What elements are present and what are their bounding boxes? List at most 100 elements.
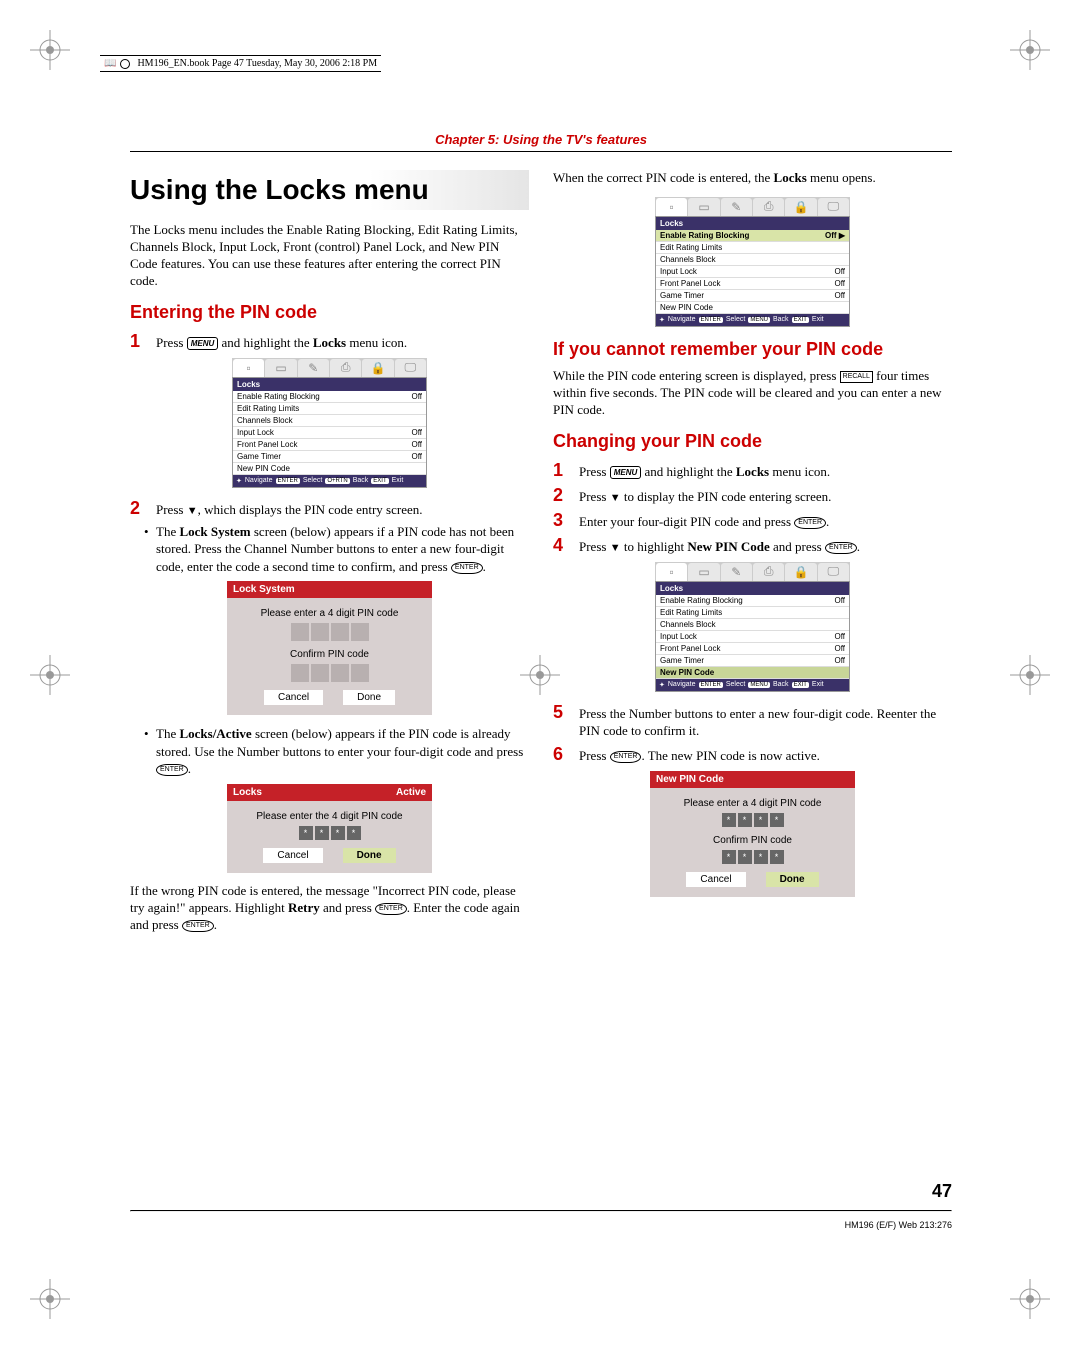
tab-icon: 🔒 bbox=[785, 198, 816, 216]
dialog-title: Lock System bbox=[227, 581, 432, 598]
table-row: Edit Rating Limits bbox=[656, 242, 849, 254]
step-number: 4 bbox=[553, 535, 571, 556]
pin-input bbox=[235, 623, 424, 641]
step-5: 5 Press the Number buttons to enter a new… bbox=[553, 702, 952, 740]
step-number: 1 bbox=[553, 460, 571, 481]
tv-menu-title: Locks bbox=[656, 217, 849, 230]
step-text: Press ▼ to display the PIN code entering… bbox=[579, 485, 831, 506]
table-row: Front Panel LockOff bbox=[656, 278, 849, 290]
intro-text: The Locks menu includes the Enable Ratin… bbox=[130, 222, 529, 290]
divider bbox=[130, 1210, 952, 1212]
right-column: When the correct PIN code is entered, th… bbox=[553, 170, 952, 944]
tab-icon: ⎙ bbox=[753, 198, 784, 216]
crop-mark-icon bbox=[1010, 655, 1050, 695]
forgot-text: While the PIN code entering screen is di… bbox=[553, 368, 952, 419]
crop-mark-icon bbox=[1010, 30, 1050, 70]
enter-button-icon: ENTER bbox=[182, 920, 214, 932]
left-column: Using the Locks menu The Locks menu incl… bbox=[130, 170, 529, 944]
step-text: Press the Number buttons to enter a new … bbox=[579, 702, 952, 740]
menu-button-icon: MENU bbox=[610, 466, 642, 479]
divider bbox=[130, 151, 952, 152]
tab-icon: 🖵 bbox=[395, 359, 426, 377]
cancel-button: Cancel bbox=[686, 872, 745, 887]
step-text: Press ▼, which displays the PIN code ent… bbox=[156, 498, 423, 519]
step-2: 2 Press ▼ to display the PIN code enterin… bbox=[553, 485, 952, 506]
dialog-text: Please enter a 4 digit PIN code bbox=[658, 798, 847, 809]
circle-icon bbox=[120, 59, 130, 69]
step-4: 4 Press ▼ to highlight New PIN Code and p… bbox=[553, 535, 952, 556]
tab-icon: ⎙ bbox=[753, 563, 784, 581]
done-button: Done bbox=[766, 872, 819, 887]
tab-icon: ▭ bbox=[265, 359, 296, 377]
pin-input bbox=[235, 664, 424, 682]
crop-mark-icon bbox=[30, 655, 70, 695]
step-number: 3 bbox=[553, 510, 571, 531]
tab-icon: ▭ bbox=[688, 198, 719, 216]
tab-icon: ▭ bbox=[688, 563, 719, 581]
cancel-button: Cancel bbox=[264, 690, 323, 705]
step-3: 3 Enter your four-digit PIN code and pres… bbox=[553, 510, 952, 531]
table-row: Edit Rating Limits bbox=[656, 607, 849, 619]
step-text: Enter your four-digit PIN code and press… bbox=[579, 510, 829, 531]
dialog-title: New PIN Code bbox=[650, 771, 855, 788]
tab-icon: 🔒 bbox=[362, 359, 393, 377]
enter-button-icon: ENTER bbox=[451, 562, 483, 574]
dialog-text: Please enter the 4 digit PIN code bbox=[235, 811, 424, 822]
dialog-text: Please enter a 4 digit PIN code bbox=[235, 608, 424, 619]
step-text: Press MENU and highlight the Locks menu … bbox=[579, 460, 830, 481]
dialog-text: Confirm PIN code bbox=[658, 835, 847, 846]
tv-menu-title: Locks bbox=[656, 582, 849, 595]
step-number: 6 bbox=[553, 744, 571, 765]
table-row: Input LockOff bbox=[233, 427, 426, 439]
page-number: 47 bbox=[932, 1181, 952, 1202]
tab-icon: ⎙ bbox=[330, 359, 361, 377]
recall-button-icon: RECALL bbox=[840, 371, 873, 383]
subheading-forgot: If you cannot remember your PIN code bbox=[553, 339, 952, 360]
tab-icon: ▫ bbox=[656, 198, 687, 216]
table-row: Channels Block bbox=[233, 415, 426, 427]
enter-button-icon: ENTER bbox=[794, 517, 826, 529]
enter-button-icon: ENTER bbox=[156, 764, 188, 776]
table-row: Front Panel LockOff bbox=[233, 439, 426, 451]
tab-icon: 🖵 bbox=[818, 198, 849, 216]
table-row: Enable Rating BlockingOff bbox=[233, 391, 426, 403]
chapter-title: Chapter 5: Using the TV's features bbox=[130, 132, 952, 147]
table-row: Edit Rating Limits bbox=[233, 403, 426, 415]
tab-icon: ✎ bbox=[721, 563, 752, 581]
tv-footer: ✦ Navigate ENTER Select MENU Back EXIT E… bbox=[656, 679, 849, 691]
done-button: Done bbox=[343, 848, 396, 863]
page: 📖 HM196_EN.book Page 47 Tuesday, May 30,… bbox=[0, 0, 1080, 1349]
dialog-title: LocksActive bbox=[227, 784, 432, 801]
table-row: New PIN Code bbox=[656, 667, 849, 679]
content: Chapter 5: Using the TV's features Using… bbox=[130, 132, 952, 1262]
enter-button-icon: ENTER bbox=[825, 542, 857, 554]
enter-button-icon: ENTER bbox=[375, 903, 407, 915]
pin-input: **** bbox=[658, 813, 847, 827]
tab-icon: ✎ bbox=[298, 359, 329, 377]
subheading-change: Changing your PIN code bbox=[553, 431, 952, 452]
dialog-text: Confirm PIN code bbox=[235, 649, 424, 660]
lock-system-dialog: Lock System Please enter a 4 digit PIN c… bbox=[227, 581, 432, 715]
step-number: 2 bbox=[553, 485, 571, 506]
table-row: Game TimerOff bbox=[233, 451, 426, 463]
pin-input: **** bbox=[658, 850, 847, 864]
step-1: 1 Press MENU and highlight the Locks menu… bbox=[553, 460, 952, 481]
book-icon: 📖 bbox=[104, 58, 116, 69]
crop-mark-icon bbox=[30, 30, 70, 70]
step-text: Press ▼ to highlight New PIN Code and pr… bbox=[579, 535, 860, 556]
step-6: 6Press ENTER. The new PIN code is now ac… bbox=[553, 744, 952, 765]
done-button: Done bbox=[343, 690, 395, 705]
tv-footer: ✦ Navigate ENTER Select O+RTN Back EXIT … bbox=[233, 475, 426, 487]
right-intro: When the correct PIN code is entered, th… bbox=[553, 170, 952, 187]
table-row: Enable Rating BlockingOff bbox=[656, 595, 849, 607]
new-pin-dialog: New PIN Code Please enter a 4 digit PIN … bbox=[650, 771, 855, 897]
footer-text: HM196 (E/F) Web 213:276 bbox=[845, 1220, 952, 1230]
pin-input: **** bbox=[235, 826, 424, 840]
menu-button-icon: MENU bbox=[187, 337, 219, 350]
book-header-text: HM196_EN.book Page 47 Tuesday, May 30, 2… bbox=[137, 58, 377, 69]
step-number: 5 bbox=[553, 702, 571, 723]
locks-menu-screenshot: ▫ ▭ ✎ ⎙ 🔒 🖵 Locks Enable Rating Blocking… bbox=[232, 358, 427, 488]
down-arrow-icon: ▼ bbox=[187, 505, 198, 517]
table-row: Game TimerOff bbox=[656, 290, 849, 302]
enter-button-icon: ENTER bbox=[610, 751, 642, 763]
